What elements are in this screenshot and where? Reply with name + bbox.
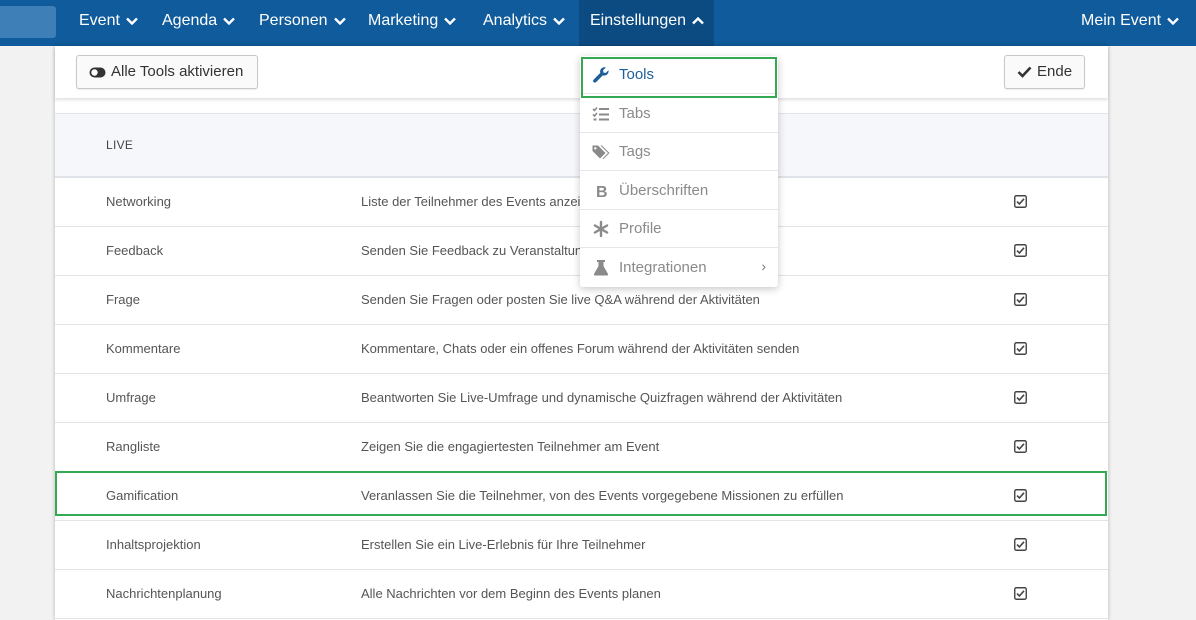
- check-icon: [1017, 66, 1032, 78]
- tool-description: Liste der Teilnehmer des Events anzeigen: [361, 194, 603, 209]
- tool-name: Inhaltsprojektion: [106, 537, 201, 552]
- table-row: Gamification Veranlassen Sie die Teilneh…: [55, 472, 1108, 521]
- tool-description: Senden Sie Fragen oder posten Sie live Q…: [361, 292, 760, 307]
- nav-event[interactable]: Event: [79, 0, 138, 46]
- nav-marketing-label: Marketing: [368, 12, 439, 29]
- menu-item-tabs-label: Tabs: [619, 105, 651, 122]
- end-label: Ende: [1037, 63, 1073, 80]
- nav-personen-label: Personen: [259, 12, 328, 29]
- menu-item-integrationen-label: Integrationen: [619, 259, 707, 276]
- checkbox-checked-icon[interactable]: [1014, 293, 1027, 306]
- menu-item-tabs[interactable]: Tabs: [580, 95, 778, 133]
- nav-marketing[interactable]: Marketing: [368, 0, 457, 46]
- nav-agenda[interactable]: Agenda: [162, 0, 236, 46]
- tool-description: Zeigen Sie die engagiertesten Teilnehmer…: [361, 439, 660, 454]
- bold-icon: B: [596, 184, 608, 200]
- table-row: Inhaltsprojektion Erstellen Sie ein Live…: [55, 521, 1108, 570]
- list-check-icon: [592, 106, 609, 121]
- tool-name: Nachrichtenplanung: [106, 586, 222, 601]
- chevron-down-icon: [1167, 17, 1179, 25]
- tool-name: Rangliste: [106, 439, 161, 454]
- tools-highlight: [581, 57, 777, 98]
- chevron-right-icon: ›: [761, 258, 766, 274]
- tool-name: Gamification: [106, 488, 179, 503]
- menu-item-profile[interactable]: Profile: [580, 210, 778, 248]
- section-title: LIVE: [106, 138, 134, 152]
- chevron-down-icon: [223, 17, 236, 25]
- nav-event-label: Event: [79, 12, 120, 29]
- tool-description: Alle Nachrichten vor dem Beginn des Even…: [361, 586, 661, 601]
- table-row: Umfrage Beantworten Sie Live-Umfrage und…: [55, 374, 1108, 423]
- chevron-down-icon: [553, 17, 565, 25]
- table-row: Kommentare Kommentare, Chats oder ein of…: [55, 325, 1108, 374]
- checkbox-checked-icon[interactable]: [1014, 342, 1027, 355]
- table-row: Nachrichtenplanung Alle Nachrichten vor …: [55, 570, 1108, 619]
- nav-mein-event[interactable]: Mein Event: [1081, 0, 1179, 46]
- menu-item-tags[interactable]: Tags: [580, 133, 778, 171]
- tool-description: Senden Sie Feedback zu Veranstaltungen: [361, 243, 604, 258]
- tags-icon: [592, 145, 610, 159]
- toggle-icon: [89, 67, 106, 78]
- menu-item-ueberschriften-label: Überschriften: [619, 182, 709, 199]
- nav-analytics[interactable]: Analytics: [483, 0, 565, 46]
- chevron-down-icon: [333, 17, 346, 25]
- checkbox-checked-icon[interactable]: [1014, 244, 1027, 257]
- activate-all-tools-label: Alle Tools aktivieren: [111, 63, 244, 80]
- tool-name: Networking: [106, 194, 172, 209]
- chevron-down-icon: [444, 17, 457, 25]
- nav-analytics-label: Analytics: [483, 12, 548, 29]
- top-navigation: Event Agenda Personen Marketing Analytic…: [0, 0, 1196, 46]
- nav-agenda-label: Agenda: [162, 12, 218, 29]
- tool-description: Erstellen Sie ein Live-Erlebnis für Ihre…: [361, 537, 646, 552]
- nav-mein-event-label: Mein Event: [1081, 12, 1162, 29]
- nav-einstellungen-label: Einstellungen: [590, 12, 687, 29]
- activate-all-tools-button[interactable]: Alle Tools aktivieren: [76, 55, 258, 89]
- svg-text:B: B: [596, 184, 608, 200]
- menu-item-ueberschriften[interactable]: B Überschriften: [580, 172, 778, 210]
- settings-dropdown: Tools Tabs Tags B Überschriften Profile …: [580, 56, 778, 287]
- chevron-up-icon: [692, 16, 704, 25]
- checkbox-checked-icon[interactable]: [1014, 391, 1027, 404]
- chevron-down-icon: [126, 17, 138, 25]
- checkbox-checked-icon[interactable]: [1014, 195, 1027, 208]
- menu-item-profile-label: Profile: [619, 220, 662, 237]
- asterisk-icon: [593, 220, 609, 238]
- tool-description: Beantworten Sie Live-Umfrage und dynamis…: [361, 390, 843, 405]
- checkbox-checked-icon[interactable]: [1014, 538, 1027, 551]
- end-button[interactable]: Ende: [1004, 55, 1085, 89]
- tool-name: Kommentare: [106, 341, 181, 356]
- flask-icon: [593, 260, 609, 276]
- checkbox-checked-icon[interactable]: [1014, 440, 1027, 453]
- checkbox-checked-icon[interactable]: [1014, 587, 1027, 600]
- tool-name: Umfrage: [106, 390, 156, 405]
- tool-name: Frage: [106, 292, 140, 307]
- menu-item-integrationen[interactable]: Integrationen ›: [580, 249, 778, 287]
- nav-personen[interactable]: Personen: [259, 0, 346, 46]
- logo[interactable]: [0, 6, 56, 38]
- tool-description: Veranlassen Sie die Teilnehmer, von des …: [361, 488, 844, 503]
- tool-description: Kommentare, Chats oder ein offenes Forum…: [361, 341, 800, 356]
- menu-item-tags-label: Tags: [619, 143, 651, 160]
- nav-einstellungen[interactable]: Einstellungen: [579, 0, 714, 46]
- table-row: Rangliste Zeigen Sie die engagiertesten …: [55, 423, 1108, 472]
- checkbox-checked-icon[interactable]: [1014, 489, 1027, 502]
- tool-name: Feedback: [106, 243, 164, 258]
